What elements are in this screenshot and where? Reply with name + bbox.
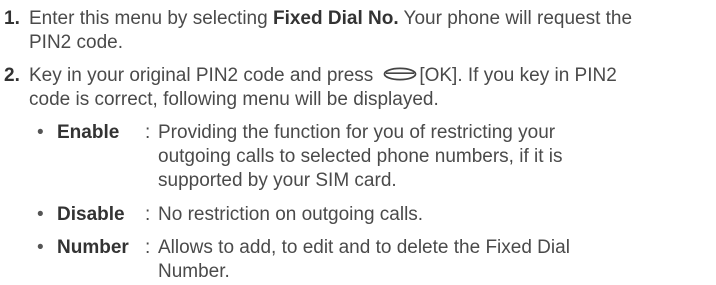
step-line: Enter this menu by selecting Fixed Dial … (29, 7, 716, 31)
step-line: Key in your original PIN2 code and press… (29, 64, 716, 88)
description-line: outgoing calls to selected phone numbers… (158, 146, 563, 167)
description-line: No restriction on outgoing calls. (158, 204, 424, 225)
menu-name-fixed-dial: Fixed Dial No. (272, 8, 399, 29)
option-term: Enable (57, 122, 120, 143)
step-line: code is correct, following menu will be … (29, 89, 439, 110)
option-term: Disable (57, 204, 125, 225)
step-number: 2. (4, 65, 20, 86)
option-description: Allows to add, to edit and to delete the… (158, 236, 678, 284)
description-line: Providing the function for you of restri… (158, 122, 556, 143)
description-line: Number. (158, 261, 230, 282)
option-colon: : (145, 122, 151, 143)
ok-soft-key-icon (383, 67, 417, 81)
step-text-post: Your phone will request the (398, 8, 633, 29)
step-text-post: [OK]. If you key in PIN2 (419, 65, 617, 86)
step-number: 1. (4, 8, 20, 29)
description-line: Allows to add, to edit and to delete the… (158, 237, 570, 258)
description-line: supported by your SIM card. (158, 170, 397, 191)
option-colon: : (145, 204, 151, 225)
step-text: Key in your original PIN2 code and press… (29, 64, 716, 112)
option-term: Number (57, 237, 129, 258)
bullet-dot: • (37, 204, 44, 225)
step-line: PIN2 code. (29, 32, 123, 53)
option-description: No restriction on outgoing calls. (158, 203, 678, 227)
bullet-dot: • (37, 122, 44, 143)
step-text-pre: Key in your original PIN2 code and press (29, 65, 374, 86)
step-text: Enter this menu by selecting Fixed Dial … (29, 7, 716, 55)
step-text-pre: Enter this menu by selecting (29, 8, 273, 29)
option-colon: : (145, 237, 151, 258)
manual-page: { "steps": [ { "number": "1.", "line1_pr… (0, 0, 716, 285)
option-description: Providing the function for you of restri… (158, 121, 678, 193)
bullet-dot: • (37, 237, 44, 258)
